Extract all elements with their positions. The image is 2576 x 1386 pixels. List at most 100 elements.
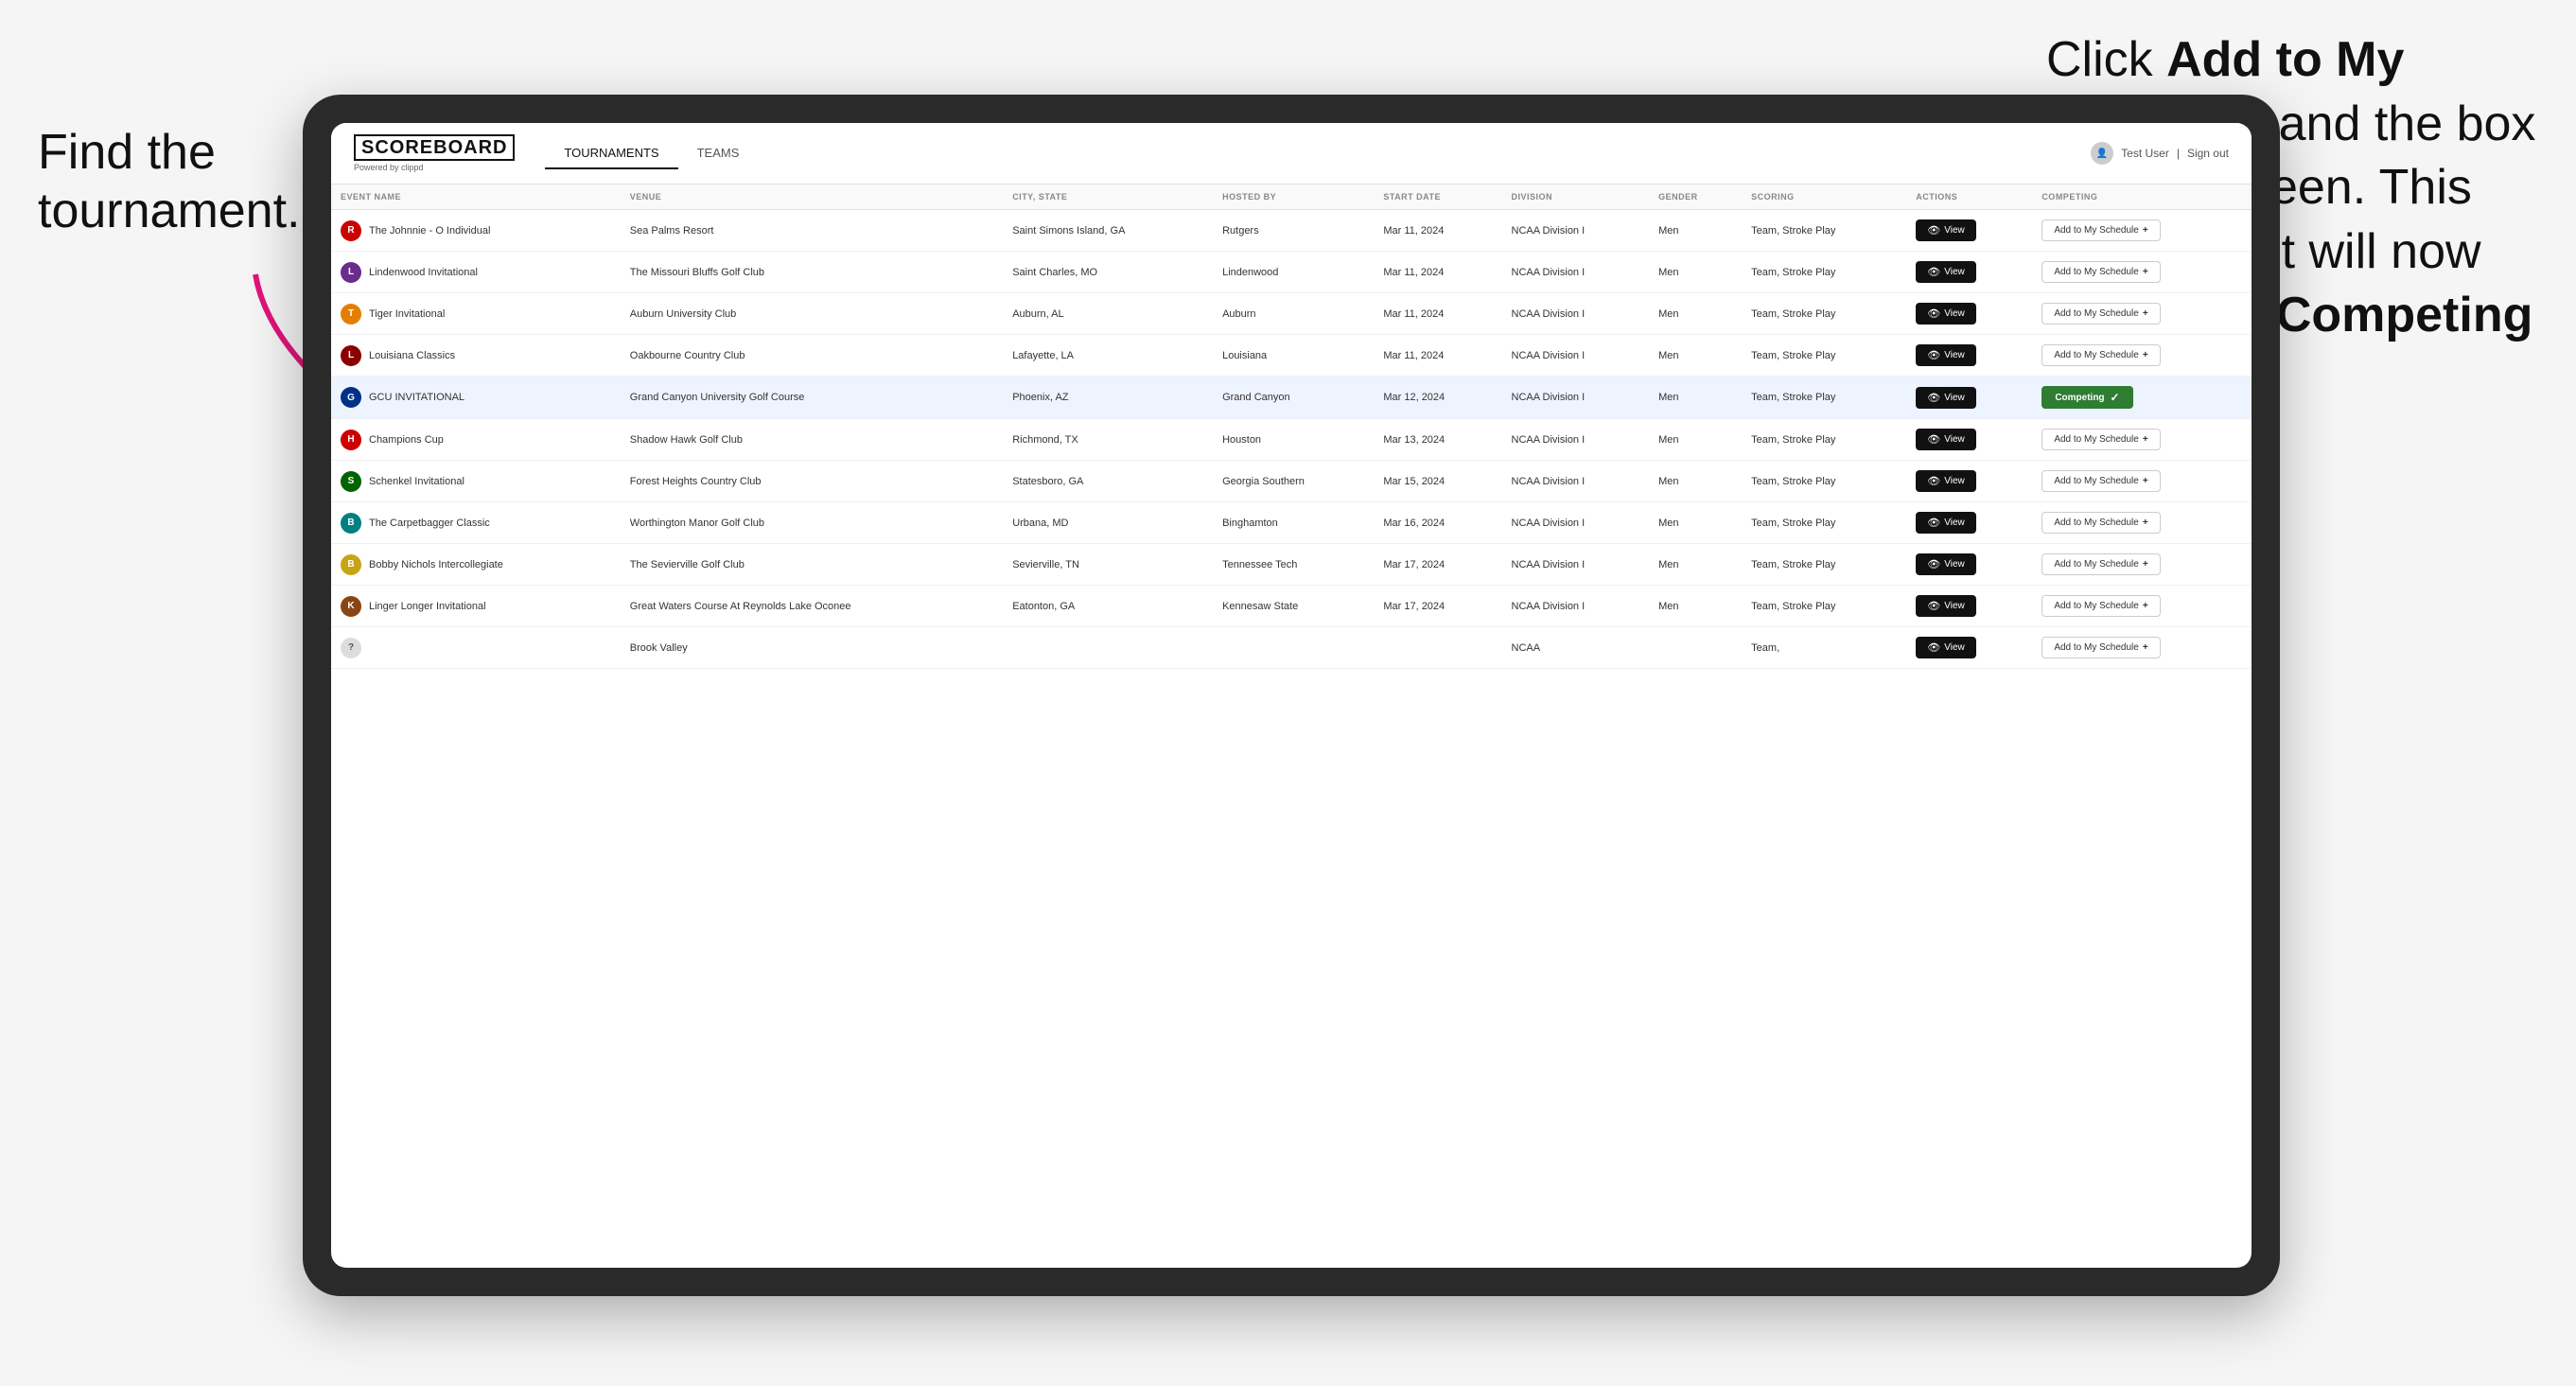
view-button[interactable]: 👁 View: [1916, 344, 1975, 366]
col-venue: VENUE: [621, 184, 1003, 210]
scoring-cell: Team, Stroke Play: [1742, 502, 1906, 544]
logo-area: SCOREBOARD Powered by clippd: [354, 134, 515, 172]
col-competing: COMPETING: [2032, 184, 2252, 210]
start-date-cell: Mar 11, 2024: [1374, 293, 1501, 335]
eye-icon: 👁: [1927, 475, 1940, 487]
scoring-cell: Team, Stroke Play: [1742, 544, 1906, 586]
venue-cell: Forest Heights Country Club: [621, 461, 1003, 502]
actions-cell: 👁 View: [1906, 210, 2032, 252]
view-button[interactable]: 👁 View: [1916, 553, 1975, 575]
scoring-cell: Team, Stroke Play: [1742, 210, 1906, 252]
add-to-schedule-button[interactable]: Add to My Schedule +: [2042, 470, 2160, 492]
add-to-schedule-button[interactable]: Add to My Schedule +: [2042, 429, 2160, 450]
team-logo: H: [341, 430, 361, 450]
division-cell: NCAA Division I: [1502, 252, 1650, 293]
add-to-schedule-button[interactable]: Add to My Schedule +: [2042, 303, 2160, 325]
logo-sub: Powered by clippd: [354, 163, 515, 172]
venue-cell: Sea Palms Resort: [621, 210, 1003, 252]
add-to-schedule-button[interactable]: Add to My Schedule +: [2042, 219, 2160, 241]
add-to-schedule-button[interactable]: Add to My Schedule +: [2042, 261, 2160, 283]
col-division: DIVISION: [1502, 184, 1650, 210]
actions-cell: 👁 View: [1906, 502, 2032, 544]
col-event-name: EVENT NAME: [331, 184, 621, 210]
eye-icon: 👁: [1927, 600, 1940, 612]
competing-button[interactable]: Competing ✓: [2042, 386, 2132, 409]
gender-cell: Men: [1649, 461, 1742, 502]
city-state-cell: Saint Simons Island, GA: [1003, 210, 1213, 252]
event-name: Tiger Invitational: [369, 308, 445, 320]
view-button[interactable]: 👁 View: [1916, 387, 1975, 409]
user-avatar: 👤: [2091, 142, 2113, 165]
gender-cell: Men: [1649, 293, 1742, 335]
division-cell: NCAA: [1502, 627, 1650, 669]
start-date-cell: Mar 11, 2024: [1374, 252, 1501, 293]
event-name: Linger Longer Invitational: [369, 601, 486, 612]
tab-teams[interactable]: TEAMS: [678, 138, 759, 169]
eye-icon: 👁: [1927, 558, 1940, 570]
view-button[interactable]: 👁 View: [1916, 470, 1975, 492]
view-button[interactable]: 👁 View: [1916, 637, 1975, 658]
col-city-state: CITY, STATE: [1003, 184, 1213, 210]
col-hosted-by: HOSTED BY: [1213, 184, 1374, 210]
tournaments-table: EVENT NAME VENUE CITY, STATE HOSTED BY S…: [331, 184, 2252, 669]
actions-cell: 👁 View: [1906, 544, 2032, 586]
city-state-cell: Sevierville, TN: [1003, 544, 1213, 586]
event-name: Louisiana Classics: [369, 350, 455, 361]
competing-cell: Add to My Schedule +: [2032, 502, 2252, 544]
col-gender: GENDER: [1649, 184, 1742, 210]
table-container: EVENT NAME VENUE CITY, STATE HOSTED BY S…: [331, 184, 2252, 1268]
add-to-schedule-button[interactable]: Add to My Schedule +: [2042, 595, 2160, 617]
scoring-cell: Team, Stroke Play: [1742, 586, 1906, 627]
start-date-cell: [1374, 627, 1501, 669]
add-to-schedule-button[interactable]: Add to My Schedule +: [2042, 512, 2160, 534]
tablet-frame: SCOREBOARD Powered by clippd TOURNAMENTS…: [303, 95, 2280, 1296]
table-row: T Tiger Invitational Auburn University C…: [331, 293, 2252, 335]
view-button[interactable]: 👁 View: [1916, 429, 1975, 450]
start-date-cell: Mar 11, 2024: [1374, 335, 1501, 377]
competing-cell: Add to My Schedule +: [2032, 252, 2252, 293]
eye-icon: 👁: [1927, 224, 1940, 237]
event-name-cell: R The Johnnie - O Individual: [331, 210, 621, 252]
nav-tabs: TOURNAMENTS TEAMS: [545, 138, 758, 169]
table-row: L Lindenwood Invitational The Missouri B…: [331, 252, 2252, 293]
division-cell: NCAA Division I: [1502, 586, 1650, 627]
event-name-cell: B Bobby Nichols Intercollegiate: [331, 544, 621, 586]
add-to-schedule-button[interactable]: Add to My Schedule +: [2042, 344, 2160, 366]
venue-cell: The Sevierville Golf Club: [621, 544, 1003, 586]
logo-text: SCOREBOARD: [354, 134, 515, 161]
add-to-schedule-button[interactable]: Add to My Schedule +: [2042, 637, 2160, 658]
city-state-cell: Phoenix, AZ: [1003, 377, 1213, 419]
event-name-cell: L Louisiana Classics: [331, 335, 621, 377]
division-cell: NCAA Division I: [1502, 544, 1650, 586]
view-button[interactable]: 👁 View: [1916, 219, 1975, 241]
start-date-cell: Mar 16, 2024: [1374, 502, 1501, 544]
city-state-cell: Saint Charles, MO: [1003, 252, 1213, 293]
gender-cell: Men: [1649, 586, 1742, 627]
city-state-cell: Lafayette, LA: [1003, 335, 1213, 377]
gender-cell: Men: [1649, 502, 1742, 544]
view-button[interactable]: 👁 View: [1916, 595, 1975, 617]
hosted-by-cell: Georgia Southern: [1213, 461, 1374, 502]
event-name: Champions Cup: [369, 434, 444, 446]
view-button[interactable]: 👁 View: [1916, 261, 1975, 283]
team-logo: ?: [341, 638, 361, 658]
view-button[interactable]: 👁 View: [1916, 512, 1975, 534]
table-header-row: EVENT NAME VENUE CITY, STATE HOSTED BY S…: [331, 184, 2252, 210]
tab-tournaments[interactable]: TOURNAMENTS: [545, 138, 677, 169]
sign-out-link[interactable]: Sign out: [2187, 147, 2229, 160]
venue-cell: Great Waters Course At Reynolds Lake Oco…: [621, 586, 1003, 627]
team-logo: B: [341, 513, 361, 534]
eye-icon: 👁: [1927, 392, 1940, 404]
event-name-cell: B The Carpetbagger Classic: [331, 502, 621, 544]
actions-cell: 👁 View: [1906, 293, 2032, 335]
event-name-cell: S Schenkel Invitational: [331, 461, 621, 502]
event-name: Schenkel Invitational: [369, 476, 464, 487]
event-name-cell: K Linger Longer Invitational: [331, 586, 621, 627]
table-row: S Schenkel Invitational Forest Heights C…: [331, 461, 2252, 502]
division-cell: NCAA Division I: [1502, 461, 1650, 502]
team-logo: S: [341, 471, 361, 492]
actions-cell: 👁 View: [1906, 461, 2032, 502]
view-button[interactable]: 👁 View: [1916, 303, 1975, 325]
event-name-cell: H Champions Cup: [331, 419, 621, 461]
add-to-schedule-button[interactable]: Add to My Schedule +: [2042, 553, 2160, 575]
